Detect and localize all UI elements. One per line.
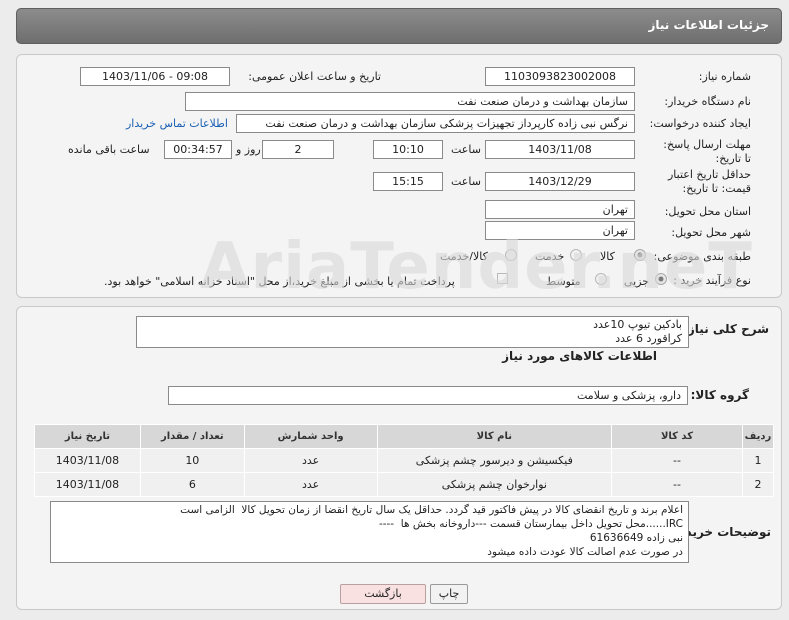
cell-unit: عدد (243, 472, 378, 497)
goods-group-label: گروه کالا: (690, 388, 749, 402)
cell-date: 1403/11/08 (34, 448, 141, 473)
goods-table: ردیف کد کالا نام کالا واحد شمارش تعداد /… (34, 424, 775, 497)
category-service-radio[interactable] (570, 249, 582, 261)
col-qty: تعداد / مقدار (139, 424, 245, 449)
cell-code: -- (611, 448, 743, 473)
deadline-time-field: 10:10 (373, 140, 443, 159)
cell-date: 1403/11/08 (34, 472, 141, 497)
cell-qty: 6 (139, 472, 245, 497)
cell-row: 2 (741, 472, 775, 497)
buyer-notes-field: اعلام برند و تاریخ انقضای کالا در پیش فا… (50, 501, 689, 563)
page-title: جزئیات اطلاعات نیاز (648, 18, 769, 32)
col-date: تاریخ نیاز (34, 424, 141, 449)
process-medium-label: متوسط (546, 275, 581, 288)
cell-code: -- (611, 472, 743, 497)
price-validity-time-field: 15:15 (373, 172, 443, 191)
goods-group-field: دارو، پزشکی و سلامت (168, 386, 688, 405)
remaining-time-field: 00:34:57 (164, 140, 232, 159)
announce-date-label: تاریخ و ساعت اعلان عمومی: (248, 70, 381, 83)
deadline-label-text: مهلت ارسال پاسخ: تا تاریخ: (663, 138, 751, 165)
process-minor-radio[interactable] (655, 273, 667, 285)
buyer-org-field: سازمان بهداشت و درمان صنعت نفت (185, 92, 635, 111)
creator-label: ایجاد کننده درخواست: (649, 117, 751, 130)
col-unit: واحد شمارش (243, 424, 378, 449)
days-field: 2 (262, 140, 334, 159)
summary-field: بادکین تیوپ 10عدد کراقورد 6 عدد (136, 316, 689, 348)
buyer-contact-link[interactable]: اطلاعات تماس خریدار (126, 117, 228, 130)
announce-date-field: 1403/11/06 - 09:08 (80, 67, 230, 86)
price-validity-date-field: 1403/12/29 (485, 172, 635, 191)
back-button[interactable]: بازگشت (340, 584, 426, 604)
price-validity-label-text: حداقل تاریخ اعتبار قیمت: تا تاریخ: (667, 168, 751, 195)
province-label: استان محل تحویل: (664, 205, 751, 218)
treasury-payment-note: پرداخت تمام یا بخشی از مبلغ خرید،از محل … (104, 275, 455, 288)
cell-unit: عدد (243, 448, 378, 473)
category-goods-label: کالا (600, 250, 615, 263)
price-validity-time-label: ساعت (451, 175, 481, 188)
table-row[interactable]: 2 -- نوارخوان چشم پزشکی عدد 6 1403/11/08 (34, 472, 775, 497)
table-row[interactable]: 1 -- فیکسیشن و دیرسور چشم پزشکی عدد 10 1… (34, 448, 775, 473)
category-label: طبقه بندی موضوعی: (653, 250, 751, 263)
category-goods-service-radio[interactable] (505, 249, 517, 261)
print-button[interactable]: چاپ (430, 584, 468, 604)
cell-name: نوارخوان چشم پزشکی (376, 472, 613, 497)
summary-label: شرح کلی نیاز: (683, 322, 769, 336)
province-field: تهران (485, 200, 635, 219)
city-label: شهر محل تحویل: (671, 226, 751, 239)
need-number-field: 1103093823002008 (485, 67, 635, 86)
days-label: روز و (236, 143, 261, 156)
goods-table-header: ردیف کد کالا نام کالا واحد شمارش تعداد /… (34, 424, 775, 449)
buyer-org-label: نام دستگاه خریدار: (664, 95, 751, 108)
cell-row: 1 (741, 448, 775, 473)
goods-section-title: اطلاعات کالاهای مورد نیاز (502, 349, 657, 363)
process-minor-label: جزیی (624, 275, 650, 288)
process-medium-radio[interactable] (595, 273, 607, 285)
deadline-date-field: 1403/11/08 (485, 140, 635, 159)
col-row: ردیف (741, 424, 775, 449)
category-goods-radio[interactable] (634, 249, 646, 261)
process-type-label: نوع فرآیند خرید : (673, 274, 751, 287)
category-service-label: خدمت (535, 250, 565, 263)
col-code: کد کالا (611, 424, 743, 449)
deadline-label: مهلت ارسال پاسخ: تا تاریخ: (661, 138, 751, 166)
col-name: نام کالا (376, 424, 613, 449)
category-goods-service-label: کالا/خدمت (440, 250, 488, 263)
deadline-time-label: ساعت (451, 143, 481, 156)
price-validity-label: حداقل تاریخ اعتبار قیمت: تا تاریخ: (651, 168, 751, 196)
treasury-payment-checkbox[interactable] (497, 273, 508, 284)
cell-qty: 10 (139, 448, 245, 473)
cell-name: فیکسیشن و دیرسور چشم پزشکی (376, 448, 613, 473)
city-field: تهران (485, 221, 635, 240)
creator-field: نرگس نبی زاده کارپرداز تجهیزات پزشکی ساز… (236, 114, 635, 133)
page-header: جزئیات اطلاعات نیاز (16, 8, 782, 44)
need-number-label: شماره نیاز: (698, 70, 751, 83)
remaining-time-label: ساعت باقی مانده (68, 143, 150, 156)
